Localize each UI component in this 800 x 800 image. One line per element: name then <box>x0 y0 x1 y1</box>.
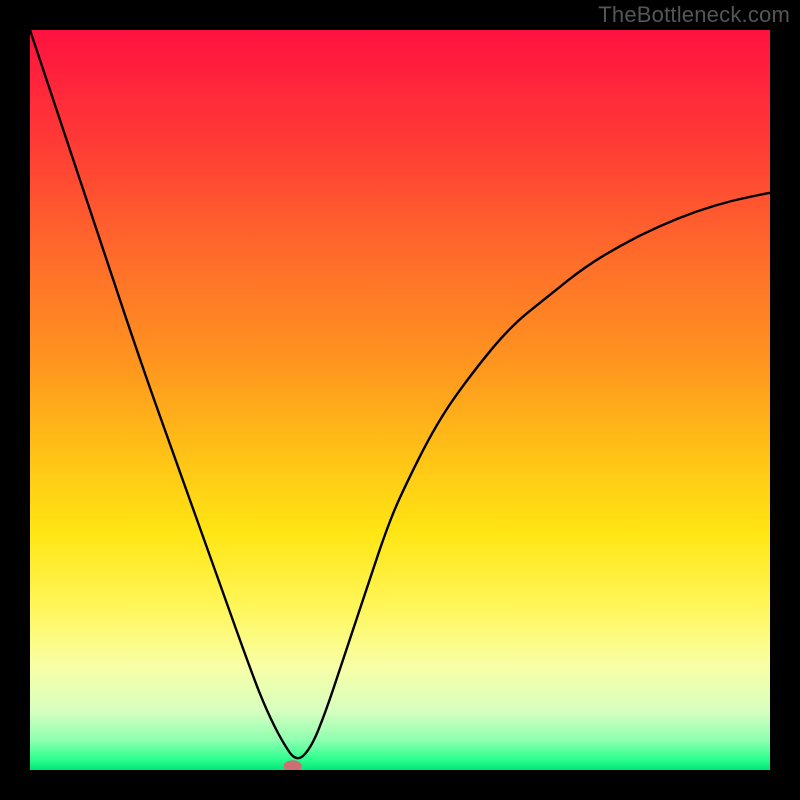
watermark-text: TheBottleneck.com <box>598 2 790 28</box>
plot-area <box>30 30 770 770</box>
chart-frame: TheBottleneck.com <box>0 0 800 800</box>
curve-layer <box>30 30 770 770</box>
min-marker <box>284 760 302 770</box>
bottleneck-curve <box>30 30 770 758</box>
